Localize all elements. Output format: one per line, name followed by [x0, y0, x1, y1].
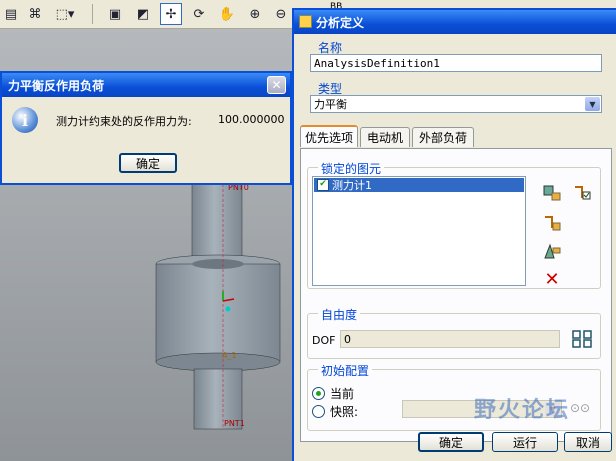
- reaction-dialog: 力平衡反作用负荷 ✕ i 测力计约束处的反作用力为: 100.000000 确定: [0, 71, 292, 185]
- reaction-message: 测力计约束处的反作用力为:: [56, 115, 192, 128]
- delete-icon[interactable]: ✕: [540, 268, 564, 290]
- list-item[interactable]: ✔ 测力计1: [314, 178, 524, 192]
- reaction-dialog-title: 力平衡反作用负荷: [8, 78, 105, 93]
- radio-snapshot[interactable]: 快照:: [312, 403, 358, 420]
- pan-hand-icon[interactable]: ✋: [216, 3, 238, 25]
- reaction-ok-button[interactable]: 确定: [119, 153, 177, 173]
- name-input[interactable]: AnalysisDefinition1: [310, 54, 602, 72]
- type-select-value: 力平衡: [314, 98, 347, 111]
- locked-entities-label: 锁定的图元: [318, 160, 385, 177]
- lock-body-icon[interactable]: [540, 182, 564, 204]
- orbit-icon[interactable]: ⟳: [188, 3, 210, 25]
- axis-label: A_1: [222, 351, 237, 360]
- dropdown-select-icon[interactable]: ⬚▾: [50, 3, 80, 25]
- locked-entities-list[interactable]: ✔ 测力计1: [312, 176, 526, 286]
- radio-snapshot-button[interactable]: [312, 405, 325, 418]
- reaction-dialog-close-button[interactable]: ✕: [267, 76, 286, 94]
- point-label-bottom: PNT1: [224, 419, 245, 428]
- analysis-dialog-titlebar[interactable]: 分析定义: [294, 10, 616, 34]
- dof-group-label: 自由度: [318, 306, 361, 323]
- dof-field: 0: [340, 330, 560, 348]
- initial-config-label: 初始配置: [318, 362, 373, 379]
- tab-external-loads[interactable]: 外部负荷: [412, 127, 474, 147]
- analysis-ok-button[interactable]: 确定: [418, 432, 484, 452]
- component-icon[interactable]: ▣: [104, 3, 126, 25]
- dof-label: DOF: [312, 334, 336, 347]
- checkbox-checked[interactable]: ✔: [317, 179, 329, 191]
- run-button[interactable]: 运行: [492, 432, 558, 452]
- lock-component-icon[interactable]: [540, 240, 564, 262]
- info-icon: i: [12, 107, 38, 133]
- radio-current[interactable]: 当前: [312, 385, 354, 402]
- locked-entities-group: 锁定的图元 ✔ 测力计1 ✕: [307, 160, 601, 290]
- tab-strip: 优先选项 电动机 外部负荷: [300, 125, 612, 149]
- radio-snapshot-label: 快照:: [330, 405, 359, 419]
- radio-current-label: 当前: [330, 387, 355, 401]
- zoom-out-icon[interactable]: ⊖: [270, 3, 292, 25]
- reaction-value: 100.000000: [218, 113, 285, 126]
- tab-preferences[interactable]: 优先选项: [300, 125, 358, 147]
- glasses-icon: ⊙⊙: [570, 401, 591, 415]
- zoom-in-icon[interactable]: ⊕: [244, 3, 266, 25]
- dof-group: 自由度 DOF 0: [307, 306, 601, 359]
- close-icon: ✕: [271, 78, 282, 92]
- binoculars-icon[interactable]: ⌘: [24, 3, 46, 25]
- snap-icon[interactable]: ✢: [160, 3, 182, 25]
- radio-current-button[interactable]: [312, 387, 325, 400]
- layers-icon[interactable]: ▤: [0, 3, 22, 25]
- lock-connection-icon[interactable]: [540, 212, 564, 234]
- cancel-button[interactable]: 取消: [564, 432, 612, 452]
- tab-motors[interactable]: 电动机: [360, 127, 410, 147]
- dof-compute-icon[interactable]: [570, 328, 594, 350]
- lock-check-icon[interactable]: [570, 182, 594, 204]
- chevron-down-icon[interactable]: ▼: [585, 97, 600, 111]
- analysis-dialog-title: 分析定义: [316, 15, 365, 30]
- chart-icon[interactable]: ◩: [132, 3, 154, 25]
- list-item-label: 测力计1: [332, 179, 372, 192]
- watermark: 野火论坛: [474, 398, 571, 423]
- reaction-dialog-titlebar[interactable]: 力平衡反作用负荷: [2, 73, 290, 97]
- app-icon: [299, 15, 312, 28]
- type-select[interactable]: 力平衡 ▼: [310, 95, 602, 113]
